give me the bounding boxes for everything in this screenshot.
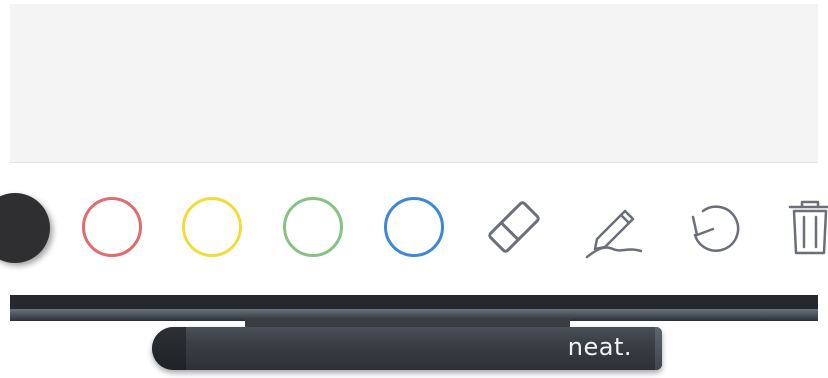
stylus-tip	[152, 327, 186, 370]
trash-icon	[788, 200, 828, 255]
yellow-circle-icon	[182, 197, 242, 257]
eraser-icon	[488, 201, 540, 253]
whiteboard-screen: neat.	[0, 0, 828, 378]
blue-circle-icon	[384, 197, 444, 257]
green-color-swatch[interactable]	[281, 195, 345, 259]
red-color-swatch[interactable]	[80, 195, 144, 259]
green-circle-icon	[283, 197, 343, 257]
undo-button[interactable]	[683, 195, 747, 259]
display-bezel	[10, 295, 818, 309]
stylus-pen: neat.	[152, 327, 662, 370]
drawing-toolbar	[0, 163, 828, 295]
stylus-cap	[655, 327, 662, 370]
black-color-swatch[interactable]	[0, 193, 50, 263]
blue-color-swatch[interactable]	[382, 195, 446, 259]
red-circle-icon	[82, 197, 142, 257]
eraser-button[interactable]	[482, 195, 546, 259]
pen-icon	[585, 209, 643, 259]
yellow-color-swatch[interactable]	[180, 195, 244, 259]
clear-button[interactable]	[778, 195, 828, 259]
drawing-canvas[interactable]	[10, 4, 818, 162]
undo-icon	[691, 205, 740, 252]
pen-tool-button[interactable]	[583, 195, 647, 259]
pen-brand-logo: neat.	[567, 333, 632, 361]
